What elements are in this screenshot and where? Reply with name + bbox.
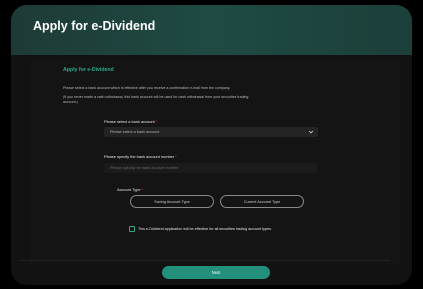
page-title: Apply for e-Dividend	[33, 19, 156, 33]
bank-account-label-text: Please select a bank account	[104, 119, 155, 124]
required-mark: *	[155, 119, 158, 124]
apply-all-checkbox-label: This e-Dividend application will be effe…	[138, 227, 272, 231]
bank-number-label: Please specify the bank account number *	[104, 154, 177, 159]
apply-all-checkbox[interactable]	[129, 226, 135, 232]
footer-divider	[19, 260, 390, 261]
bank-account-select[interactable]: Please select a bank account	[104, 127, 318, 137]
next-button[interactable]: Next	[162, 266, 270, 279]
required-mark: *	[175, 154, 177, 159]
bank-account-number-input[interactable]: Please specify the bank account number	[104, 163, 318, 173]
bank-account-label: Please select a bank account *	[104, 119, 157, 124]
account-type-label: Account Type *	[117, 187, 143, 192]
account-type-label-text: Account Type	[117, 187, 141, 192]
description-line-1: Please select a bank account which is ef…	[63, 86, 231, 90]
current-account-button[interactable]: Current Account Type	[220, 195, 304, 208]
description-line-2: (If you never made a cash withdrawal, th…	[63, 95, 249, 99]
current-account-button-label: Current Account Type	[243, 200, 281, 204]
chevron-down-icon	[308, 130, 314, 134]
page-header: Apply for e-Dividend	[11, 5, 412, 55]
bank-account-number-placeholder: Please specify the bank account number	[110, 165, 179, 170]
saving-account-button-label: Saving Account Type	[154, 200, 190, 204]
app-window: Apply for e-Dividend	[11, 5, 412, 285]
next-button-label: Next	[211, 270, 221, 275]
section-title: Apply for e-Dividend	[63, 67, 114, 73]
bank-account-select-value: Please select a bank account	[110, 129, 160, 134]
description-line-3: account.)	[63, 100, 78, 104]
required-mark: *	[141, 187, 144, 192]
saving-account-button[interactable]: Saving Account Type	[130, 195, 214, 208]
bank-number-label-text: Please specify the bank account number	[104, 154, 175, 159]
